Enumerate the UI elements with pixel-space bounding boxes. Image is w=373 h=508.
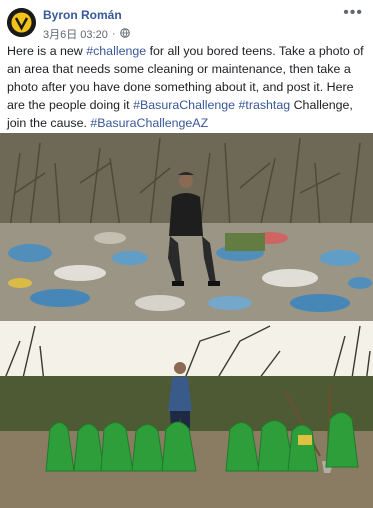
hashtag-challenge[interactable]: #challenge — [86, 44, 146, 58]
post-meta: 3月6日 03:20 · — [43, 26, 130, 42]
timestamp[interactable]: 3月6日 03:20 — [43, 26, 108, 42]
before-photo[interactable] — [0, 133, 373, 321]
facebook-post: Byron Román 3月6日 03:20 · ••• Here is a n… — [0, 0, 373, 508]
hashtag-basurachallengeaz[interactable]: #BasuraChallengeAZ — [90, 116, 208, 130]
hashtag-basurachallenge[interactable]: #BasuraChallenge — [133, 98, 235, 112]
hashtag-trashtag[interactable]: #trashtag — [238, 98, 290, 112]
author-name[interactable]: Byron Román — [43, 8, 122, 22]
globe-icon — [119, 27, 130, 41]
avatar[interactable] — [7, 8, 36, 37]
after-photo[interactable] — [0, 321, 373, 508]
more-options-icon[interactable]: ••• — [343, 4, 363, 22]
post-header: Byron Román 3月6日 03:20 · ••• — [0, 0, 373, 42]
post-text: Here is a new #challenge for all you bor… — [7, 44, 364, 130]
